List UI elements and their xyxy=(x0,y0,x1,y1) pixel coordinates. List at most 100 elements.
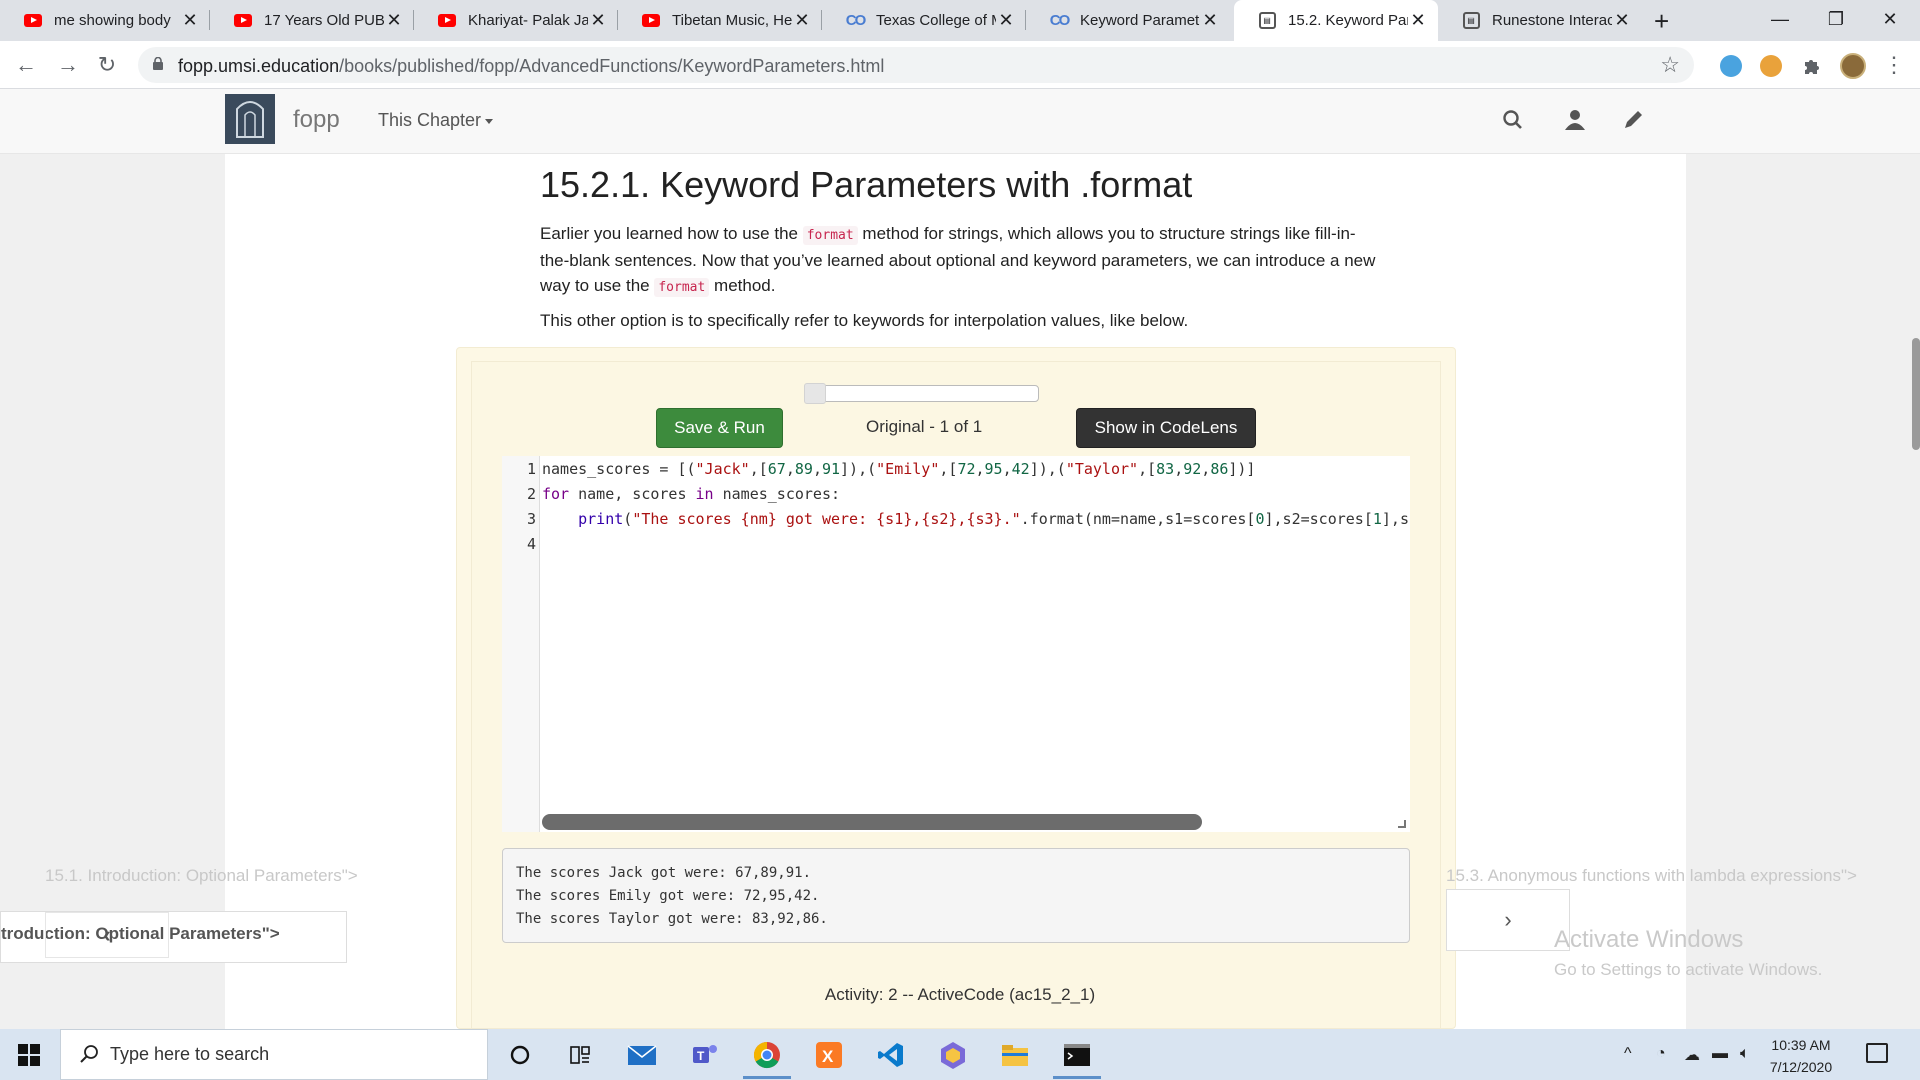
explanation-paragraph: This other option is to specifically ref… xyxy=(540,311,1189,330)
browser-tab[interactable]: CO Texas College of M ✕ xyxy=(822,0,1026,41)
url-text: fopp.umsi.education/books/published/fopp… xyxy=(178,56,885,76)
browser-tab[interactable]: ▤ Runestone Interact ✕ xyxy=(1438,0,1642,41)
code-line: print("The scores {nm} got were: {s1},{s… xyxy=(578,510,1410,528)
svg-text:T: T xyxy=(697,1049,705,1063)
program-output: The scores Jack got were: 67,89,91. The … xyxy=(502,848,1410,943)
line-number-gutter: 1 2 3 4 xyxy=(502,456,540,832)
notification-center-icon[interactable] xyxy=(1866,1043,1888,1063)
puzzle-icon[interactable] xyxy=(1801,55,1823,77)
browser-tab[interactable]: Tibetan Music, Hea ✕ xyxy=(618,0,822,41)
intro-paragraph: Earlier you learned how to use the forma… xyxy=(540,224,1376,297)
pencil-icon[interactable] xyxy=(1620,107,1646,133)
version-label: Original - 1 of 1 xyxy=(866,417,983,436)
runestone-logo[interactable] xyxy=(225,94,275,144)
previous-section-button[interactable]: troduction: Optional Parameters"> ‹ xyxy=(0,911,347,963)
slider-handle[interactable] xyxy=(804,383,826,404)
runestone-icon: ▤ xyxy=(1258,12,1276,30)
cortana-icon[interactable] xyxy=(503,1038,537,1072)
youtube-icon xyxy=(24,12,42,30)
activate-windows-watermark: Activate Windows xyxy=(1554,926,1744,953)
line-number: 3 xyxy=(526,510,536,528)
task-view-icon[interactable] xyxy=(563,1038,597,1072)
reload-icon[interactable]: ↻ xyxy=(91,49,123,81)
chevron-right-icon[interactable]: › xyxy=(1446,889,1570,951)
browser-tab[interactable]: 17 Years Old PUBG ✕ xyxy=(210,0,414,41)
show-in-codelens-button[interactable]: Show in CodeLens xyxy=(1076,408,1256,448)
search-icon[interactable] xyxy=(1500,107,1526,133)
bookmark-star-icon[interactable]: ☆ xyxy=(1660,52,1680,78)
chevron-up-icon[interactable]: ^ xyxy=(1624,1045,1632,1063)
vscode-icon[interactable] xyxy=(874,1038,908,1072)
new-tab-icon[interactable]: + xyxy=(1654,6,1669,37)
tab-title: Runestone Interact xyxy=(1492,12,1612,29)
resize-grip-icon[interactable] xyxy=(1398,820,1406,828)
mail-icon[interactable] xyxy=(625,1038,659,1072)
battery-icon[interactable]: ▬ xyxy=(1712,1045,1728,1063)
close-tab-icon[interactable]: ✕ xyxy=(792,10,812,31)
close-tab-icon[interactable]: ✕ xyxy=(996,10,1016,31)
chevron-left-icon[interactable]: ‹ xyxy=(45,912,169,958)
terminal-icon[interactable] xyxy=(1053,1038,1101,1079)
activity-label: Activity: 2 -- ActiveCode (ac15_2_1) xyxy=(824,985,1096,1004)
xampp-icon[interactable]: X xyxy=(812,1038,846,1072)
tab-title: 15.2. Keyword Para xyxy=(1288,12,1408,29)
close-tab-icon[interactable]: ✕ xyxy=(1612,10,1632,31)
close-tab-icon[interactable]: ✕ xyxy=(1200,10,1220,31)
network-icon[interactable]: ◔ xyxy=(1656,1045,1666,1063)
browser-menu-icon[interactable]: ⋮ xyxy=(1878,49,1910,81)
page-vertical-scrollbar[interactable] xyxy=(1912,338,1920,450)
inline-code: format xyxy=(802,226,858,245)
back-icon[interactable]: ← xyxy=(10,49,42,81)
version-slider[interactable] xyxy=(804,383,1039,404)
close-tab-icon[interactable]: ✕ xyxy=(180,10,200,31)
address-bar[interactable]: fopp.umsi.education/books/published/fopp… xyxy=(138,47,1694,83)
output-line: The scores Emily got were: 72,95,42. xyxy=(516,888,820,904)
taskbar-search-box[interactable]: Type here to search xyxy=(60,1029,488,1080)
site-navbar: fopp This Chapter xyxy=(0,89,1920,154)
profile-avatar[interactable] xyxy=(1840,53,1866,79)
output-line: The scores Taylor got were: 83,92,86. xyxy=(516,911,828,927)
extension-icon[interactable] xyxy=(1760,55,1782,77)
browser-tab[interactable]: me showing body ✕ xyxy=(0,0,210,41)
browser-tab[interactable]: CO Keyword Paramete ✕ xyxy=(1026,0,1230,41)
file-explorer-icon[interactable] xyxy=(998,1038,1032,1072)
volume-icon[interactable]: 🔈︎ xyxy=(1740,1045,1750,1063)
windows-start-icon[interactable] xyxy=(18,1044,40,1066)
next-section-link-text[interactable]: 15.3. Anonymous functions with lambda ex… xyxy=(1446,866,1857,886)
minimize-icon[interactable]: — xyxy=(1750,0,1810,41)
tab-title: Tibetan Music, Hea xyxy=(672,12,792,29)
code-line: for name, scores in names_scores: xyxy=(542,485,841,503)
browser-tab-active[interactable]: ▤ 15.2. Keyword Para ✕ xyxy=(1234,0,1438,41)
inline-code: format xyxy=(654,278,710,297)
editor-horizontal-scrollbar[interactable] xyxy=(542,814,1202,830)
code-editor[interactable]: 1 2 3 4 names_scores = [("Jack",[67,89,9… xyxy=(502,456,1410,832)
onedrive-icon[interactable]: ☁ xyxy=(1684,1045,1700,1065)
tab-title: me showing body xyxy=(54,12,171,29)
previous-section-link-text[interactable]: 15.1. Introduction: Optional Parameters"… xyxy=(45,866,358,886)
hexagon-app-icon[interactable] xyxy=(936,1038,970,1072)
extension-icon[interactable] xyxy=(1720,55,1742,77)
line-number: 4 xyxy=(526,535,536,553)
browser-tab[interactable]: Khariyat- Palak Jain ✕ xyxy=(414,0,618,41)
search-icon xyxy=(80,1045,98,1063)
this-chapter-menu[interactable]: This Chapter xyxy=(378,110,493,131)
restore-icon[interactable]: ❐ xyxy=(1806,0,1866,41)
close-tab-icon[interactable]: ✕ xyxy=(1408,10,1428,31)
colab-icon: CO xyxy=(1049,12,1070,29)
teams-icon[interactable]: T xyxy=(688,1038,722,1072)
tab-title: 17 Years Old PUBG xyxy=(264,12,384,29)
forward-icon[interactable]: → xyxy=(52,49,84,81)
section-heading: 15.2.1. Keyword Parameters with .format xyxy=(540,164,1193,205)
close-tab-icon[interactable]: ✕ xyxy=(384,10,404,31)
close-window-icon[interactable]: ✕ xyxy=(1860,0,1920,41)
runestone-icon: ▤ xyxy=(1462,12,1480,30)
site-brand[interactable]: fopp xyxy=(293,106,340,134)
search-placeholder: Type here to search xyxy=(110,1044,270,1064)
line-number: 1 xyxy=(526,460,536,478)
user-icon[interactable] xyxy=(1562,107,1588,133)
chrome-icon[interactable] xyxy=(743,1038,791,1079)
close-tab-icon[interactable]: ✕ xyxy=(588,10,608,31)
save-and-run-button[interactable]: Save & Run xyxy=(656,408,783,448)
output-line: The scores Jack got were: 67,89,91. xyxy=(516,865,812,881)
system-clock[interactable]: 10:39 AM 7/12/2020 xyxy=(1756,1034,1846,1078)
